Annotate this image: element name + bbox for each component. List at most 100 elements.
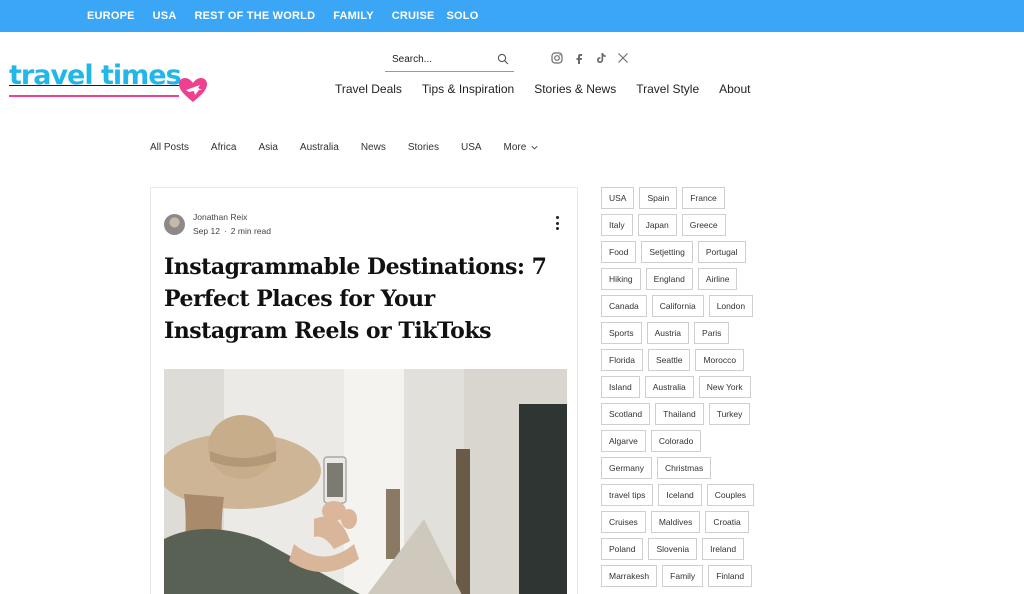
tag-turkey[interactable]: Turkey — [708, 403, 751, 425]
region-link-europe[interactable]: EUROPE — [87, 10, 135, 22]
nav-tips-inspiration[interactable]: Tips & Inspiration — [422, 82, 514, 96]
tag-sports[interactable]: Sports — [601, 322, 642, 344]
tag-family[interactable]: Family — [662, 565, 704, 587]
region-link-cruise[interactable]: CRUISE — [392, 10, 435, 22]
tag-marrakesh[interactable]: Marrakesh — [601, 565, 658, 587]
tag-ireland[interactable]: Ireland — [702, 538, 745, 560]
tag-england[interactable]: England — [645, 268, 693, 290]
tag-travel-tips[interactable]: travel tips — [601, 484, 654, 506]
tag-paris[interactable]: Paris — [694, 322, 730, 344]
read-time: 2 min read — [230, 226, 271, 236]
tag-row: Food Setjetting Portugal — [601, 241, 781, 263]
site-logo[interactable]: travel times — [9, 62, 207, 102]
region-link-usa[interactable]: USA — [153, 10, 177, 22]
tag-japan[interactable]: Japan — [637, 214, 677, 236]
blog-category-bar: All Posts Africa Asia Australia News Sto… — [150, 142, 561, 153]
tag-finland[interactable]: Finland — [708, 565, 753, 587]
more-actions-icon[interactable] — [555, 216, 559, 230]
main-nav: Travel Deals Tips & Inspiration Stories … — [335, 82, 770, 96]
tag-scotland[interactable]: Scotland — [601, 403, 651, 425]
facebook-icon[interactable] — [572, 51, 585, 64]
tag-new-york[interactable]: New York — [698, 376, 751, 398]
tag-christmas[interactable]: Christmas — [656, 457, 712, 479]
tag-row: Italy Japan Greece — [601, 214, 781, 236]
tag-spain[interactable]: Spain — [639, 187, 678, 209]
tag-airline[interactable]: Airline — [697, 268, 738, 290]
tag-hiking[interactable]: Hiking — [601, 268, 641, 290]
tag-canada[interactable]: Canada — [601, 295, 647, 317]
tag-cloud: USA Spain France Italy Japan Greece Food Setjet… — [601, 187, 781, 592]
tiktok-icon[interactable] — [594, 51, 607, 64]
social-links — [550, 51, 629, 64]
top-bar: EUROPE USA REST OF THE WORLD FAMILY CRUI… — [0, 0, 1024, 32]
nav-travel-style[interactable]: Travel Style — [636, 82, 699, 96]
nav-stories-news[interactable]: Stories & News — [534, 82, 616, 96]
tag-italy[interactable]: Italy — [601, 214, 633, 236]
tag-croatia[interactable]: Croatia — [705, 511, 749, 533]
post-author: Jonathan Reix Sep 12 · 2 min read — [164, 210, 271, 238]
tag-row: Algarve Colorado — [601, 430, 781, 452]
region-nav: EUROPE USA REST OF THE WORLD FAMILY CRUI… — [87, 0, 496, 32]
tag-slovenia[interactable]: Slovenia — [648, 538, 698, 560]
tag-greece[interactable]: Greece — [681, 214, 726, 236]
region-link-rest-of-world[interactable]: REST OF THE WORLD — [194, 10, 315, 22]
tag-london[interactable]: London — [708, 295, 754, 317]
tag-morocco[interactable]: Morocco — [695, 349, 745, 371]
instagram-icon[interactable] — [550, 51, 563, 64]
category-australia[interactable]: Australia — [300, 142, 339, 153]
tag-row: Scotland Thailand Turkey — [601, 403, 781, 425]
tag-couples[interactable]: Couples — [706, 484, 754, 506]
tag-california[interactable]: California — [651, 295, 704, 317]
post-card[interactable]: Jonathan Reix Sep 12 · 2 min read Instagra… — [150, 187, 578, 594]
tag-iceland[interactable]: Iceland — [658, 484, 702, 506]
search-box — [385, 48, 514, 72]
category-africa[interactable]: Africa — [211, 142, 237, 153]
tag-colorado[interactable]: Colorado — [650, 430, 702, 452]
tag-cruises[interactable]: Cruises — [601, 511, 646, 533]
tag-france[interactable]: France — [682, 187, 725, 209]
tag-row: Poland Slovenia Ireland — [601, 538, 781, 560]
tag-food[interactable]: Food — [601, 241, 637, 263]
heart-plane-icon — [179, 78, 207, 102]
tag-setjetting[interactable]: Setjetting — [641, 241, 693, 263]
tag-australia[interactable]: Australia — [644, 376, 694, 398]
tag-austria[interactable]: Austria — [646, 322, 690, 344]
region-link-solo[interactable]: SOLO — [447, 10, 479, 22]
tag-maldives[interactable]: Maldives — [650, 511, 701, 533]
category-more-dropdown[interactable]: More — [504, 142, 540, 153]
tag-algarve[interactable]: Algarve — [601, 430, 646, 452]
tag-usa[interactable]: USA — [601, 187, 635, 209]
category-all-posts[interactable]: All Posts — [150, 142, 189, 153]
search-icon[interactable] — [497, 53, 509, 65]
category-news[interactable]: News — [361, 142, 386, 153]
post-date: Sep 12 — [193, 226, 220, 236]
category-usa[interactable]: USA — [461, 142, 482, 153]
more-label: More — [503, 142, 527, 153]
tag-row: Cruises Maldives Croatia — [601, 511, 781, 533]
x-icon[interactable] — [616, 51, 629, 64]
tag-seattle[interactable]: Seattle — [647, 349, 691, 371]
tag-row: Florida Seattle Morocco — [601, 349, 781, 371]
tag-florida[interactable]: Florida — [601, 349, 643, 371]
region-link-family[interactable]: FAMILY — [333, 10, 374, 22]
post-title[interactable]: Instagrammable Destinations: 7 Perfect P… — [164, 251, 564, 347]
category-asia[interactable]: Asia — [258, 142, 277, 153]
chevron-down-icon — [531, 145, 538, 150]
tag-row: Sports Austria Paris — [601, 322, 781, 344]
tag-row: travel tips Iceland Couples — [601, 484, 781, 506]
nav-about[interactable]: About — [719, 82, 750, 96]
tag-row: Germany Christmas — [601, 457, 781, 479]
meta-separator: · — [223, 226, 227, 236]
author-avatar[interactable] — [164, 213, 185, 235]
tag-poland[interactable]: Poland — [601, 538, 644, 560]
tag-germany[interactable]: Germany — [601, 457, 652, 479]
tag-portugal[interactable]: Portugal — [697, 241, 746, 263]
post-cover-image[interactable] — [164, 369, 567, 594]
category-stories[interactable]: Stories — [408, 142, 439, 153]
tag-island[interactable]: Island — [601, 376, 640, 398]
tag-row: Marrakesh Family Finland — [601, 565, 781, 587]
nav-travel-deals[interactable]: Travel Deals — [335, 82, 402, 96]
tag-thailand[interactable]: Thailand — [655, 403, 704, 425]
search-input[interactable] — [385, 48, 485, 70]
author-name[interactable]: Jonathan Reix — [193, 210, 271, 224]
